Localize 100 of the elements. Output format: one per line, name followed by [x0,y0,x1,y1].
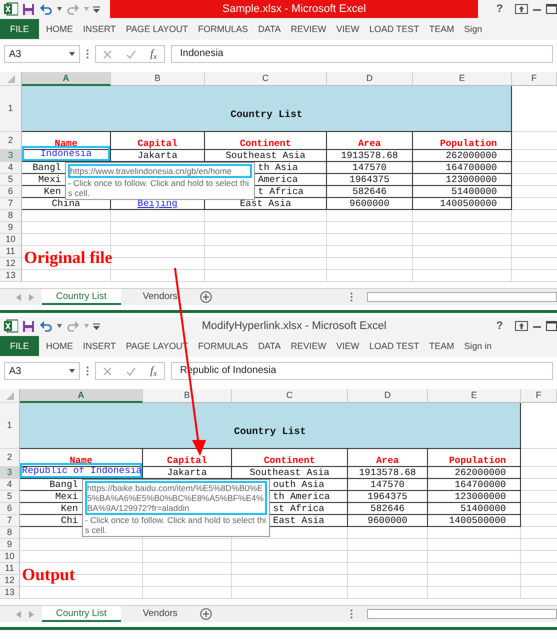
window-title: ModifyHyperlink.xlsx - Microsoft Excel [200,319,388,334]
row-header[interactable]: 2 [0,132,22,150]
ribbon-tab[interactable]: VIEW [331,19,364,39]
maximize-icon[interactable] [546,321,557,331]
customize-icon[interactable] [93,322,100,330]
row-header[interactable]: 13 [0,270,22,282]
ribbon-display-icon[interactable] [515,321,528,331]
row-header[interactable]: 6 [0,186,22,198]
file-tab[interactable]: FILE [0,336,40,356]
row-header[interactable]: 9 [0,222,22,234]
ribbon-tab[interactable]: REVIEW [286,19,332,39]
undo-icon[interactable] [39,3,53,15]
caret-icon[interactable] [57,7,62,11]
row-header[interactable]: 2 [0,449,20,467]
excel-logo-icon[interactable] [4,319,18,333]
row-header[interactable]: 11 [0,563,20,575]
column-header[interactable]: F [521,389,557,403]
insert-function-button[interactable]: f$_{x}$ [150,362,157,380]
undo-icon[interactable] [39,320,53,332]
file-tab[interactable]: FILE [0,19,40,39]
row-header[interactable]: 4 [0,162,22,174]
ribbon-tab[interactable]: FORMULAS [193,19,254,39]
ribbon-tab[interactable]: LOAD TEST [364,336,424,356]
ribbon-display-icon[interactable] [515,4,528,14]
ribbon-tab[interactable]: HOME [41,19,78,39]
hyperlink[interactable]: Beijing [138,198,178,209]
ribbon-tab[interactable]: REVIEW [286,336,332,356]
column-heading: Area [376,455,399,466]
row-header[interactable]: 10 [0,551,20,563]
ribbon-tab[interactable]: Sign in [459,336,497,356]
column-header[interactable]: E [428,389,521,403]
row-header[interactable]: 12 [0,258,22,270]
caret-icon[interactable] [57,324,62,328]
save-icon[interactable] [22,2,35,16]
row-header[interactable]: 1 [0,403,20,449]
row-header[interactable]: 12 [0,575,20,587]
hyperlink[interactable]: Indonesia [22,146,110,161]
row-header[interactable]: 3 [0,467,20,479]
row-header[interactable]: 7 [0,198,22,210]
row-header[interactable]: 6 [0,503,20,515]
row-header[interactable]: 10 [0,234,22,246]
column-header[interactable]: B [143,389,232,403]
row-header[interactable]: 13 [0,587,20,599]
table-cell: 1913578.68 [358,467,416,478]
more-icon[interactable] [86,49,89,59]
row-header[interactable]: 5 [0,174,22,186]
ribbon-tab[interactable]: LOAD TEST [364,19,424,39]
ribbon-tab[interactable]: INSERT [78,336,121,356]
row-header[interactable]: 11 [0,246,22,258]
row-header[interactable]: 4 [0,479,20,491]
column-header[interactable]: C [205,72,327,86]
add-sheet-icon[interactable] [200,291,212,303]
help-button[interactable]: ? [496,0,503,18]
column-header[interactable]: D [348,389,428,403]
row-header[interactable]: 7 [0,515,20,527]
row-header[interactable]: 8 [0,527,20,539]
column-header[interactable]: E [413,72,512,86]
ribbon-tab[interactable]: DATA [253,336,286,356]
add-sheet-icon[interactable] [200,608,212,620]
ribbon-tab[interactable]: INSERT [78,19,121,39]
more-icon[interactable] [86,366,89,376]
horizontal-scrollbar[interactable] [367,609,557,619]
ribbon-tab[interactable]: Sign [459,19,488,39]
row-header[interactable]: 3 [0,150,22,162]
ribbon-tab[interactable]: DATA [253,19,286,39]
tooltip-url: https://www.travelindonesia.cn/gb/en/home [68,164,252,178]
formula-field[interactable]: Indonesia [171,45,553,63]
row-header[interactable]: 1 [0,86,22,132]
insert-function-button[interactable]: f$_{x}$ [150,46,157,62]
ribbon-tab[interactable]: PAGE LAYOUT [120,19,194,39]
help-button[interactable]: ? [496,318,503,334]
ribbon-tab[interactable]: FORMULAS [193,336,254,356]
row-header[interactable]: 9 [0,539,20,551]
ribbon-tab[interactable]: TEAM [424,336,460,356]
sheet-tab[interactable]: Vendors [128,606,192,622]
column-header[interactable]: A [22,72,111,86]
excel-logo-icon[interactable] [4,2,18,16]
caret-icon[interactable] [69,52,75,56]
sheet-tab[interactable]: Vendors [128,289,192,305]
name-box[interactable]: A3 [4,45,80,63]
ribbon-tab[interactable]: HOME [41,336,78,356]
row-header[interactable]: 5 [0,491,20,503]
sheet-tab[interactable]: Country List [42,289,121,305]
more-icon[interactable] [350,609,353,619]
ribbon-tab[interactable]: TEAM [424,19,460,39]
column-header[interactable]: F [512,72,557,86]
column-header[interactable]: A [20,389,143,403]
column-header[interactable]: B [111,72,205,86]
row-header[interactable]: 8 [0,210,22,222]
caret-icon[interactable] [69,369,75,373]
name-box[interactable]: A3 [4,362,80,380]
column-header[interactable]: C [232,389,348,403]
sheet-tab[interactable]: Country List [42,606,121,622]
maximize-icon[interactable] [546,4,557,14]
ribbon-tab[interactable]: VIEW [331,336,364,356]
column-header[interactable]: D [327,72,413,86]
more-icon[interactable] [350,292,353,302]
save-icon[interactable] [22,320,35,332]
horizontal-scrollbar[interactable] [367,292,557,302]
customize-icon[interactable] [93,6,100,12]
